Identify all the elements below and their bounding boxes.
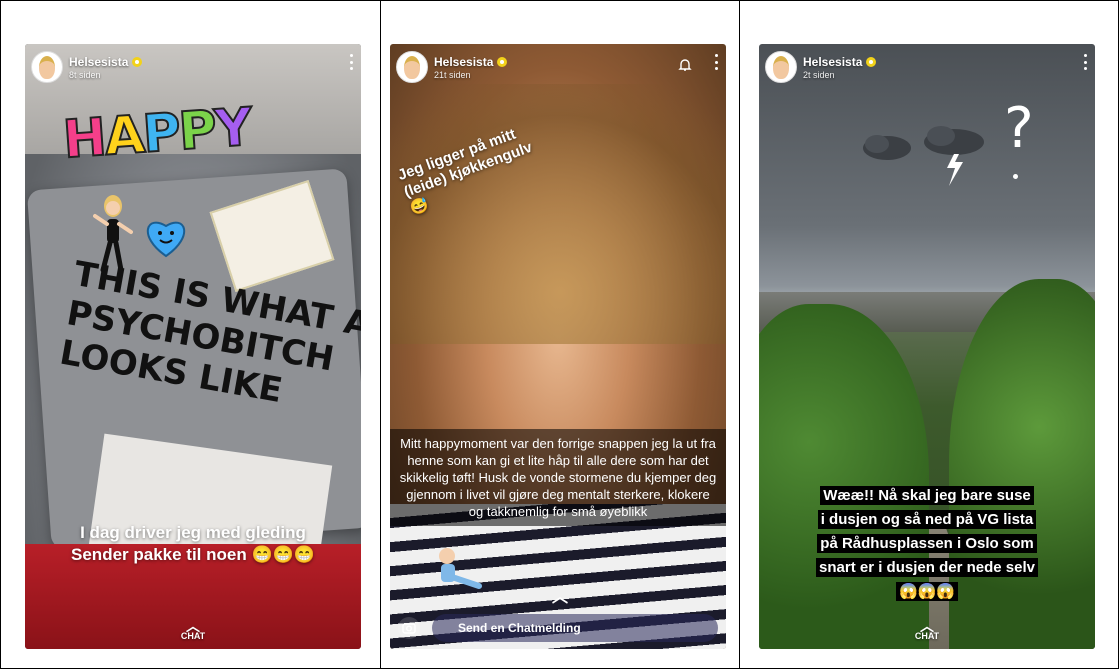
story-caption: I dag driver jeg med gleding Sender pakk… bbox=[71, 523, 315, 564]
more-options-icon[interactable] bbox=[349, 54, 353, 70]
chat-swipe-button[interactable]: ︿ CHAT bbox=[759, 618, 1095, 641]
chat-bar: Send en Chatmelding bbox=[398, 613, 718, 643]
avatar[interactable] bbox=[765, 51, 797, 83]
avatar[interactable] bbox=[31, 51, 63, 83]
happy-sticker: HAPPY bbox=[60, 97, 253, 172]
verified-star-icon bbox=[866, 56, 877, 67]
story-caption: Mitt happymoment var den forrige snappen… bbox=[390, 429, 726, 526]
chat-swipe-button[interactable]: ︿ CHAT bbox=[25, 618, 361, 641]
storm-cloud-sticker bbox=[863, 126, 984, 186]
moon-bitmoji-sticker bbox=[416, 544, 495, 613]
chevron-up-icon: ︿ bbox=[920, 618, 934, 634]
username[interactable]: Helsesista bbox=[803, 55, 862, 69]
story-header: Helsesista 21t siden bbox=[396, 50, 508, 84]
verified-star-icon bbox=[132, 56, 143, 67]
timestamp: 8t siden bbox=[69, 69, 101, 80]
question-mark-sticker: ? bbox=[1004, 96, 1034, 161]
story-header: Helsesista 8t siden bbox=[31, 50, 143, 84]
story-card-1[interactable]: THIS IS WHAT A PSYCHOBITCH LOOKS LIKE HA… bbox=[25, 44, 361, 649]
background-hair bbox=[390, 84, 726, 344]
story-caption: Wææ!! Nå skal jeg bare suse i dusjen og … bbox=[794, 484, 1060, 604]
avatar[interactable] bbox=[396, 51, 428, 83]
username[interactable]: Helsesista bbox=[434, 55, 493, 69]
chevron-up-icon: ︿ bbox=[186, 618, 200, 634]
cell-divider bbox=[380, 0, 381, 669]
camera-icon[interactable] bbox=[398, 617, 420, 639]
story-card-3[interactable]: ? Wææ!! Nå skal jeg bare suse i dusjen o… bbox=[759, 44, 1095, 649]
timestamp: 2t siden bbox=[803, 69, 835, 80]
cell-divider bbox=[739, 0, 740, 669]
bell-icon[interactable] bbox=[678, 58, 692, 72]
bitmoji-sticker bbox=[93, 195, 133, 273]
more-options-icon[interactable] bbox=[714, 54, 718, 70]
chat-message-input[interactable]: Send en Chatmelding bbox=[432, 614, 718, 642]
heart-sticker bbox=[147, 221, 185, 258]
story-card-2[interactable]: Jeg ligger på mitt (leide) kjøkkengulv 😅… bbox=[390, 44, 726, 649]
timestamp: 21t siden bbox=[434, 69, 471, 80]
verified-star-icon bbox=[497, 56, 508, 67]
story-header: Helsesista 2t siden bbox=[765, 50, 877, 84]
more-options-icon[interactable] bbox=[1083, 54, 1087, 70]
username[interactable]: Helsesista bbox=[69, 55, 128, 69]
chevron-up-icon[interactable]: ︿ bbox=[552, 583, 568, 607]
question-mark-dot bbox=[1013, 174, 1018, 179]
